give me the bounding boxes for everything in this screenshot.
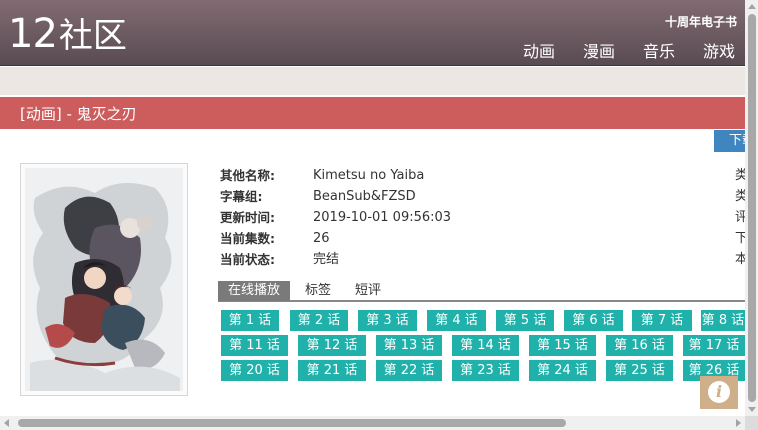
info-icon: i [708,381,730,403]
anime-info: 其他名称: Kimetsu no Yaiba 类 字幕组: BeanSub&FZ… [220,165,745,270]
episode-button[interactable]: 第 17 话 [683,335,745,356]
episode-button[interactable]: 第 16 话 [606,335,673,356]
content-tabs: 在线播放 标签 短评 [218,281,745,302]
info-right-label: 下 [735,231,745,246]
episode-button[interactable]: 第 7 话 [632,310,692,331]
info-label: 当前集数: [220,231,275,246]
poster-artwork [25,168,183,391]
vertical-scrollbar[interactable] [745,0,758,416]
scroll-left-icon[interactable] [4,419,9,427]
episode-button[interactable]: 第 15 话 [529,335,596,356]
episode-button[interactable]: 第 14 话 [452,335,519,356]
nav-item-games[interactable]: 游戏 [703,38,735,62]
info-label: 字幕组: [220,189,263,204]
page-title-bar: [动画] - 鬼灭之刃 [0,97,745,129]
scroll-down-icon[interactable] [748,407,756,412]
episode-button[interactable]: 第 22 话 [376,360,442,381]
episode-button[interactable]: 第 25 话 [606,360,673,381]
info-right-label: 类 [735,189,745,204]
main-nav: 动画 漫画 音乐 游戏 [495,38,735,62]
episode-button[interactable]: 第 3 话 [358,310,417,331]
scrollbar-corner [745,416,758,430]
episode-button[interactable]: 第 12 话 [298,335,366,356]
nav-item-music[interactable]: 音乐 [643,38,675,62]
site-header: 12社区 十周年电子书 动画 漫画 音乐 游戏 [0,0,745,66]
poster-image [20,163,188,396]
episode-button[interactable]: 第 11 话 [221,335,288,356]
info-value: 完结 [313,252,340,267]
scroll-up-icon[interactable] [748,4,756,9]
episode-button[interactable]: 第 13 话 [376,335,442,356]
info-right-label: 本 [735,252,745,267]
info-row-subtitle-group: 字幕组: BeanSub&FZSD 类 [220,186,745,207]
tab-tags[interactable]: 标签 [305,281,331,301]
logo-text: 社区 [58,16,127,56]
info-value: 26 [313,231,330,246]
info-right-label: 类 [735,168,745,183]
tab-short-reviews[interactable]: 短评 [355,281,381,301]
site-logo[interactable]: 12社区 [8,12,127,58]
episode-button[interactable]: 第 24 话 [529,360,596,381]
info-value: Kimetsu no Yaiba [313,168,425,183]
info-row-updated-time: 更新时间: 2019-10-01 09:56:03 评 [220,207,745,228]
horizontal-scroll-thumb[interactable] [18,419,566,427]
episode-button[interactable]: 第 8 话 [701,310,745,331]
info-value: BeanSub&FZSD [313,189,416,204]
scroll-right-icon[interactable] [736,419,741,427]
download-button[interactable]: 下载 [714,130,745,152]
episode-button[interactable]: 第 5 话 [496,310,554,331]
info-button[interactable]: i [700,376,738,409]
info-label: 其他名称: [220,168,275,183]
gray-band [0,67,745,95]
episode-button[interactable]: 第 23 话 [452,360,519,381]
episode-button[interactable]: 第 1 话 [221,310,279,331]
info-row-other-names: 其他名称: Kimetsu no Yaiba 类 [220,165,745,186]
info-row-status: 当前状态: 完结 本 [220,249,745,270]
episode-button[interactable]: 第 21 话 [298,360,366,381]
episode-button[interactable]: 第 2 话 [290,310,348,331]
episode-button[interactable]: 第 6 话 [564,310,623,331]
nav-item-anime[interactable]: 动画 [523,38,555,62]
info-row-episode-count: 当前集数: 26 下 [220,228,745,249]
logo-number: 12 [8,11,58,57]
anniversary-ebook-link[interactable]: 十周年电子书 [665,13,737,30]
horizontal-scrollbar[interactable] [0,416,745,430]
vertical-scroll-thumb[interactable] [748,14,756,402]
page-title: [动画] - 鬼灭之刃 [20,105,137,123]
nav-item-manga[interactable]: 漫画 [583,38,615,62]
episode-button[interactable]: 第 20 话 [221,360,288,381]
tab-online-play[interactable]: 在线播放 [218,281,291,301]
info-label: 更新时间: [220,210,275,225]
info-label: 当前状态: [220,252,275,267]
episode-button[interactable]: 第 4 话 [427,310,486,331]
info-value: 2019-10-01 09:56:03 [313,210,452,225]
info-right-label: 评 [735,210,745,225]
